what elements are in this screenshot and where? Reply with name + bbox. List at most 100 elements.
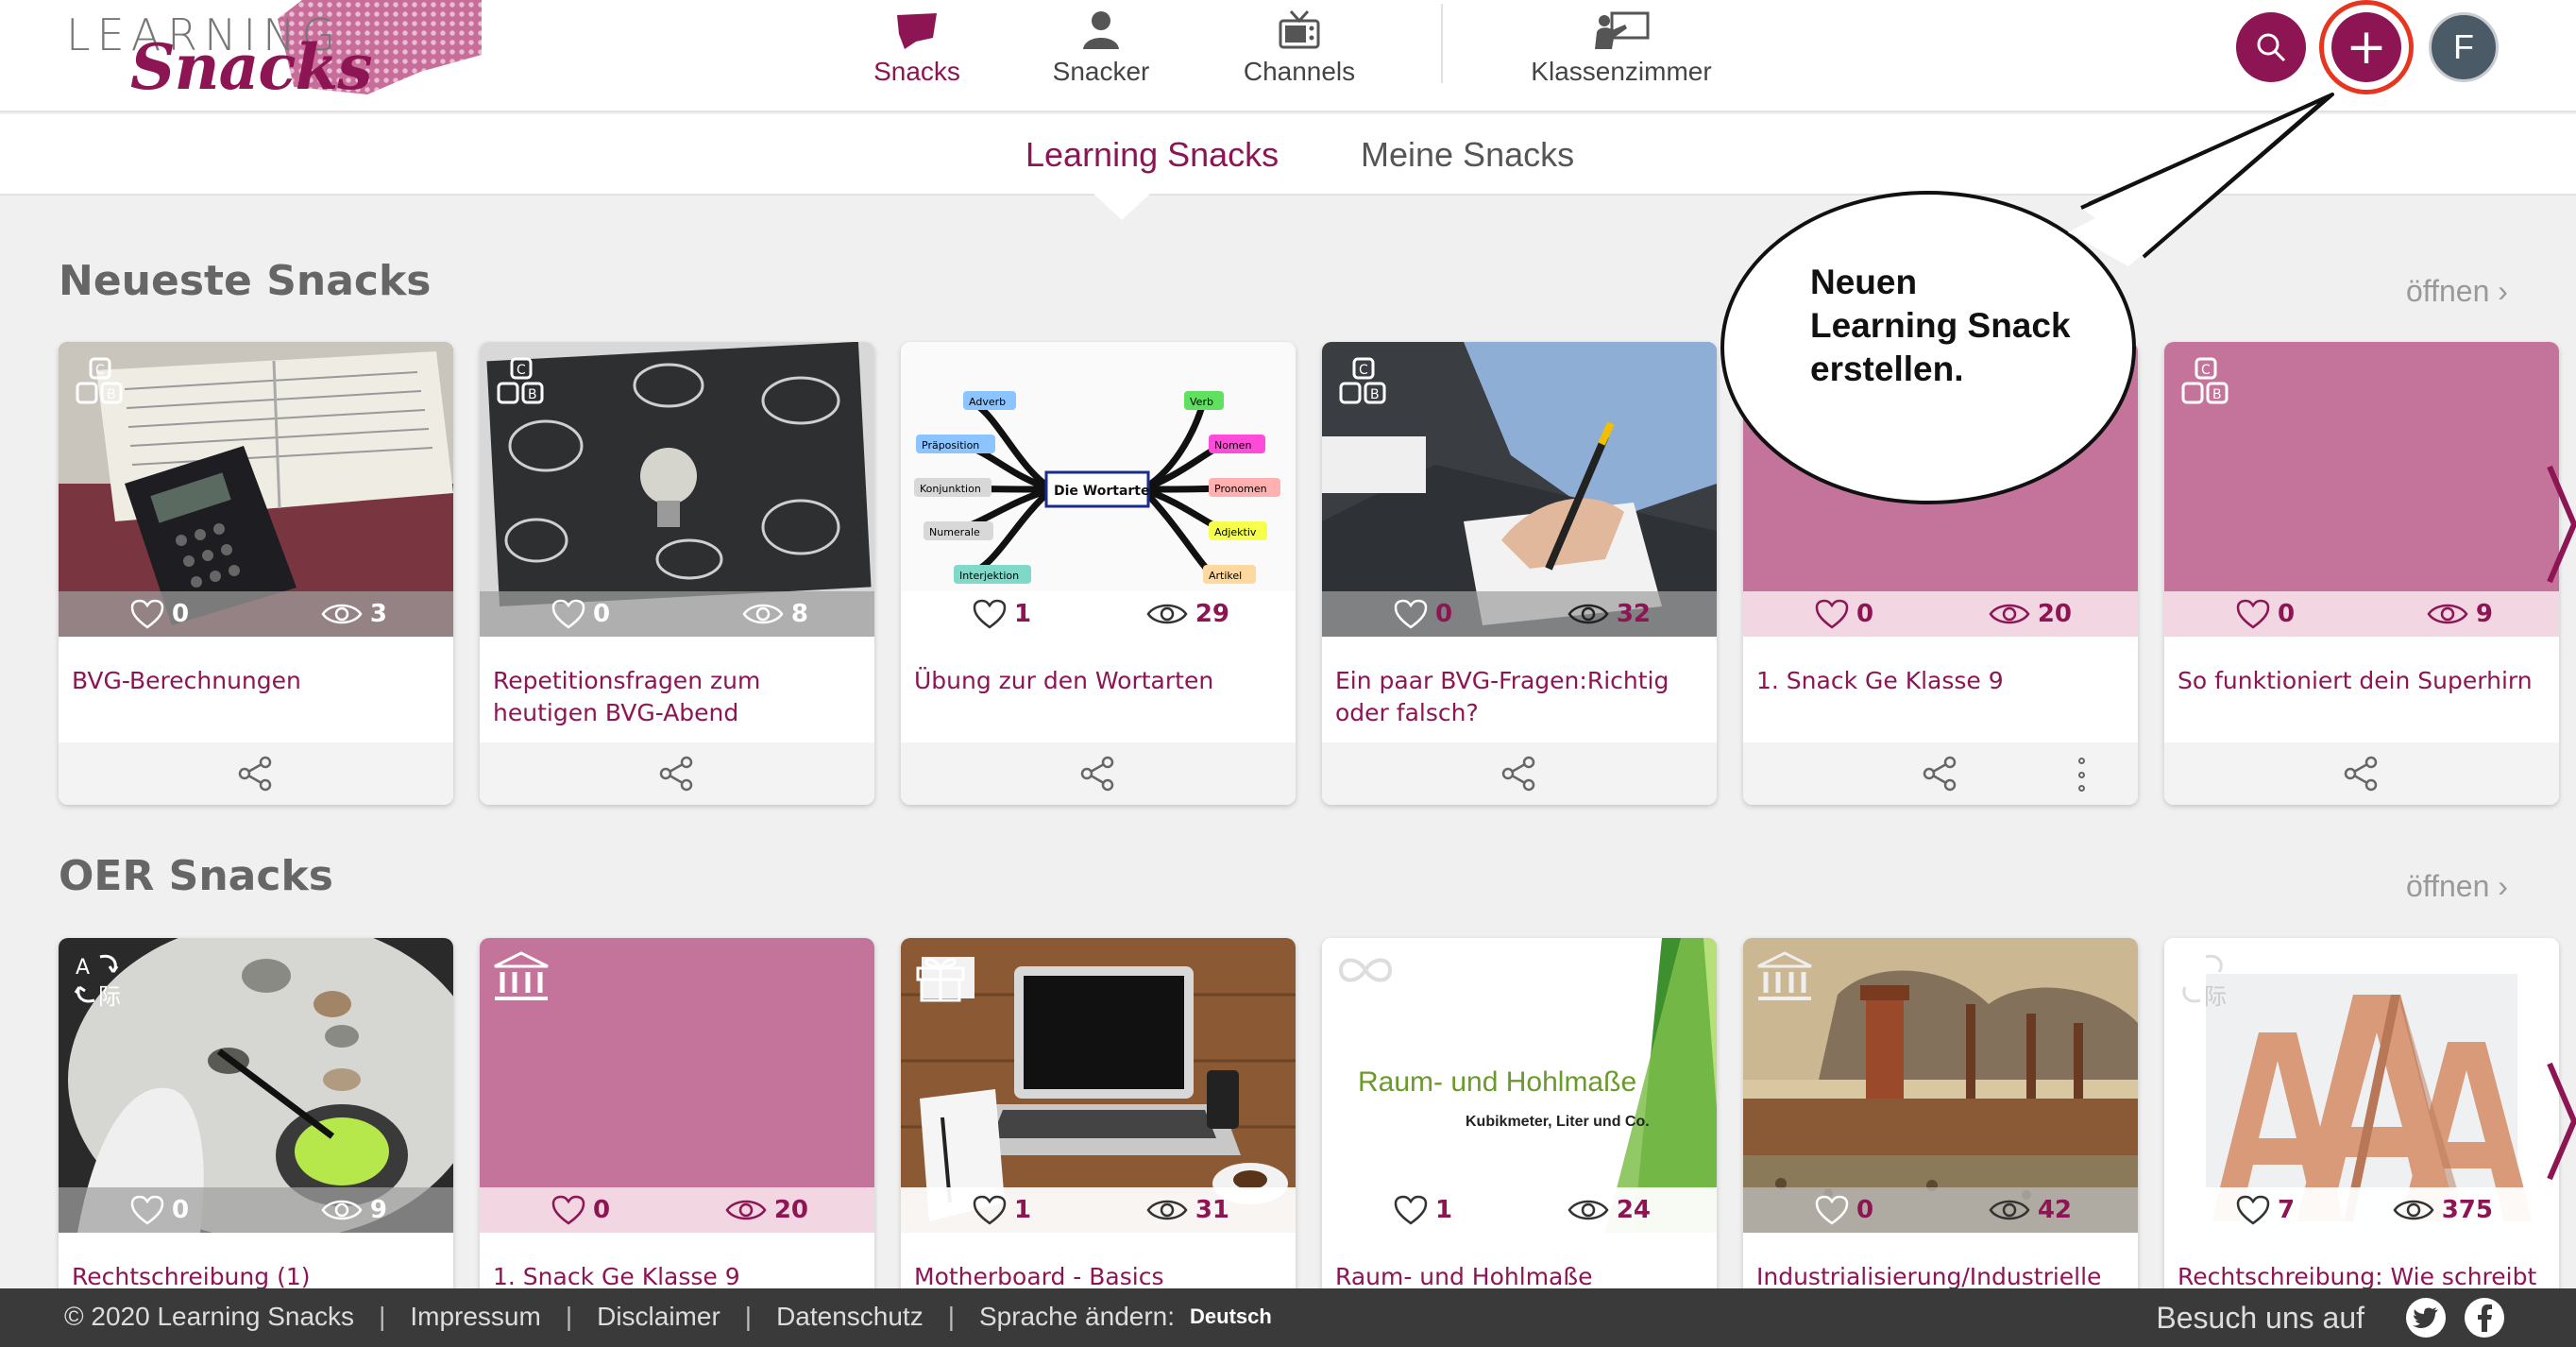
teacher-board-icon [1595, 11, 1650, 49]
svg-text:Artikel: Artikel [1209, 570, 1242, 582]
views: 31 [1146, 1196, 1229, 1224]
card-title[interactable]: Ein paar BVG-Fragen:Richtig oder falsch? [1335, 665, 1703, 729]
share-icon[interactable] [2343, 755, 2381, 793]
likes[interactable]: 0 [2236, 599, 2295, 629]
more-options-icon[interactable] [2077, 758, 2085, 792]
card-footer [1322, 742, 1717, 805]
add-snack-button[interactable]: + [2331, 12, 2401, 82]
logo[interactable]: LEARNING Snacks [64, 0, 482, 104]
likes[interactable]: 0 [1815, 599, 1873, 629]
svg-text:Präposition: Präposition [922, 439, 979, 452]
carousel-next-icon[interactable] [2546, 1060, 2576, 1183]
link-impressum[interactable]: Impressum [410, 1302, 540, 1332]
nav-label: Channels [1243, 57, 1356, 86]
heart-icon [551, 1195, 585, 1225]
card-stats: 0 8 [480, 591, 874, 637]
svg-text:Adverb: Adverb [969, 396, 1006, 408]
nav-label: Snacker [1052, 57, 1150, 86]
snack-card[interactable]: 0 42 Industrialisierung/Industrielle [1743, 938, 2138, 1347]
language-select[interactable]: Deutsch [1190, 1304, 1272, 1329]
share-icon[interactable] [658, 755, 696, 793]
svg-text:Interjektion: Interjektion [959, 570, 1019, 582]
eye-icon [1146, 604, 1188, 624]
card-title[interactable]: So funktioniert dein Superhirn [2178, 665, 2546, 697]
quiz-type-icon: CB [493, 355, 546, 412]
card-stats: 0 20 [1743, 591, 2138, 637]
carousel-next-icon[interactable] [2546, 463, 2576, 586]
likes[interactable]: 1 [973, 1195, 1031, 1225]
share-icon[interactable] [1922, 755, 1959, 793]
language-type-icon: A际 [72, 951, 130, 1014]
snack-card[interactable]: A际 0 9 Rechtschreibung (1) [59, 938, 453, 1347]
nav-label: Snacks [873, 57, 960, 86]
tab-learning-snacks[interactable]: Learning Snacks [1025, 135, 1279, 175]
card-title[interactable]: BVG-Berechnungen [72, 665, 440, 697]
views: 29 [1146, 600, 1229, 628]
museum-icon [493, 951, 550, 1008]
likes[interactable]: 0 [551, 599, 610, 629]
likes[interactable]: 1 [1394, 1195, 1452, 1225]
open-link-oer[interactable]: öffnen › [2406, 869, 2508, 904]
svg-text:A: A [76, 956, 90, 980]
snack-card[interactable]: CB 0 3 BVG-Berechnungen [59, 342, 453, 805]
link-disclaimer[interactable]: Disclaimer [597, 1302, 720, 1332]
tab-meine-snacks[interactable]: Meine Snacks [1361, 135, 1574, 175]
snack-card[interactable]: CB 0 8 Repetitionsfragen zum heutigen BV… [480, 342, 874, 805]
snack-card[interactable]: Die Wortarten Adverb Präposition Konjunk… [901, 342, 1296, 805]
snack-card[interactable]: CB 0 9 So funktioniert dein Superhirn [2164, 342, 2559, 805]
likes[interactable]: 0 [130, 599, 189, 629]
card-stats: 0 42 [1743, 1187, 2138, 1233]
svg-text:C: C [95, 363, 105, 378]
likes[interactable]: 0 [1815, 1195, 1873, 1225]
share-icon[interactable] [1500, 755, 1538, 793]
open-link-neueste[interactable]: öffnen › [2406, 274, 2508, 309]
likes[interactable]: 0 [551, 1195, 610, 1225]
quiz-type-icon: CB [72, 355, 125, 412]
card-stats: 0 9 [2164, 591, 2559, 637]
views: 3 [321, 600, 387, 628]
search-button[interactable] [2236, 12, 2306, 82]
language-label: Sprache ändern: [978, 1302, 1176, 1331]
views: 9 [321, 1196, 387, 1224]
eye-icon [2393, 1200, 2434, 1220]
snack-card[interactable]: 1 31 Motherboard - Basics [901, 938, 1296, 1347]
views: 32 [1568, 600, 1651, 628]
footer: © 2020 Learning Snacks | Impressum | Dis… [0, 1288, 2576, 1347]
card-footer [901, 742, 1296, 805]
facebook-icon[interactable] [2465, 1298, 2504, 1338]
likes[interactable]: 1 [973, 599, 1031, 629]
svg-text:C: C [2201, 363, 2211, 378]
heart-icon [973, 599, 1007, 629]
card-footer [2164, 742, 2559, 805]
likes[interactable]: 0 [1394, 599, 1452, 629]
header: LEARNING Snacks Snacks Snacker Channels … [0, 0, 2576, 112]
card-title[interactable]: Übung zur den Wortarten [914, 665, 1282, 697]
nav-klassenzimmer[interactable]: Klassenzimmer [1526, 0, 1717, 112]
card-title[interactable]: Repetitionsfragen zum heutigen BVG-Abend [493, 665, 861, 729]
heart-icon [130, 1195, 164, 1225]
nav-snacks[interactable]: Snacks [870, 0, 964, 112]
snack-card[interactable]: 0 20 1. Snack Ge Klasse 9 [480, 938, 874, 1347]
snacks-icon [897, 13, 937, 49]
user-icon [1083, 11, 1119, 49]
subnav: Learning Snacks Meine Snacks [0, 114, 2576, 196]
svg-text:Konjunktion: Konjunktion [920, 483, 981, 495]
snack-card[interactable]: Raum- und Hohlmaße Kubikmeter, Liter und… [1322, 938, 1717, 1347]
nav-channels[interactable]: Channels [1243, 0, 1356, 112]
share-icon[interactable] [1079, 755, 1117, 793]
snack-card[interactable]: 0 20 1. Snack Ge Klasse 9 [1743, 342, 2138, 805]
snack-card[interactable]: 际 7 375 Rechtschreibung: Wie schreibt [2164, 938, 2559, 1347]
link-datenschutz[interactable]: Datenschutz [776, 1302, 924, 1332]
heart-icon [1815, 599, 1849, 629]
quiz-type-icon: CB [2178, 355, 2230, 412]
likes[interactable]: 0 [130, 1195, 189, 1225]
svg-text:B: B [107, 387, 116, 402]
likes[interactable]: 7 [2236, 1195, 2295, 1225]
social-label: Besuch uns auf [2156, 1300, 2364, 1335]
twitter-icon[interactable] [2406, 1298, 2446, 1338]
snack-card[interactable]: CB 0 32 Ein paar BVG-Fragen:Richtig oder… [1322, 342, 1717, 805]
card-title[interactable]: 1. Snack Ge Klasse 9 [1756, 665, 2125, 697]
avatar[interactable]: F [2429, 12, 2499, 82]
nav-snacker[interactable]: Snacker [1048, 0, 1154, 112]
share-icon[interactable] [237, 755, 275, 793]
